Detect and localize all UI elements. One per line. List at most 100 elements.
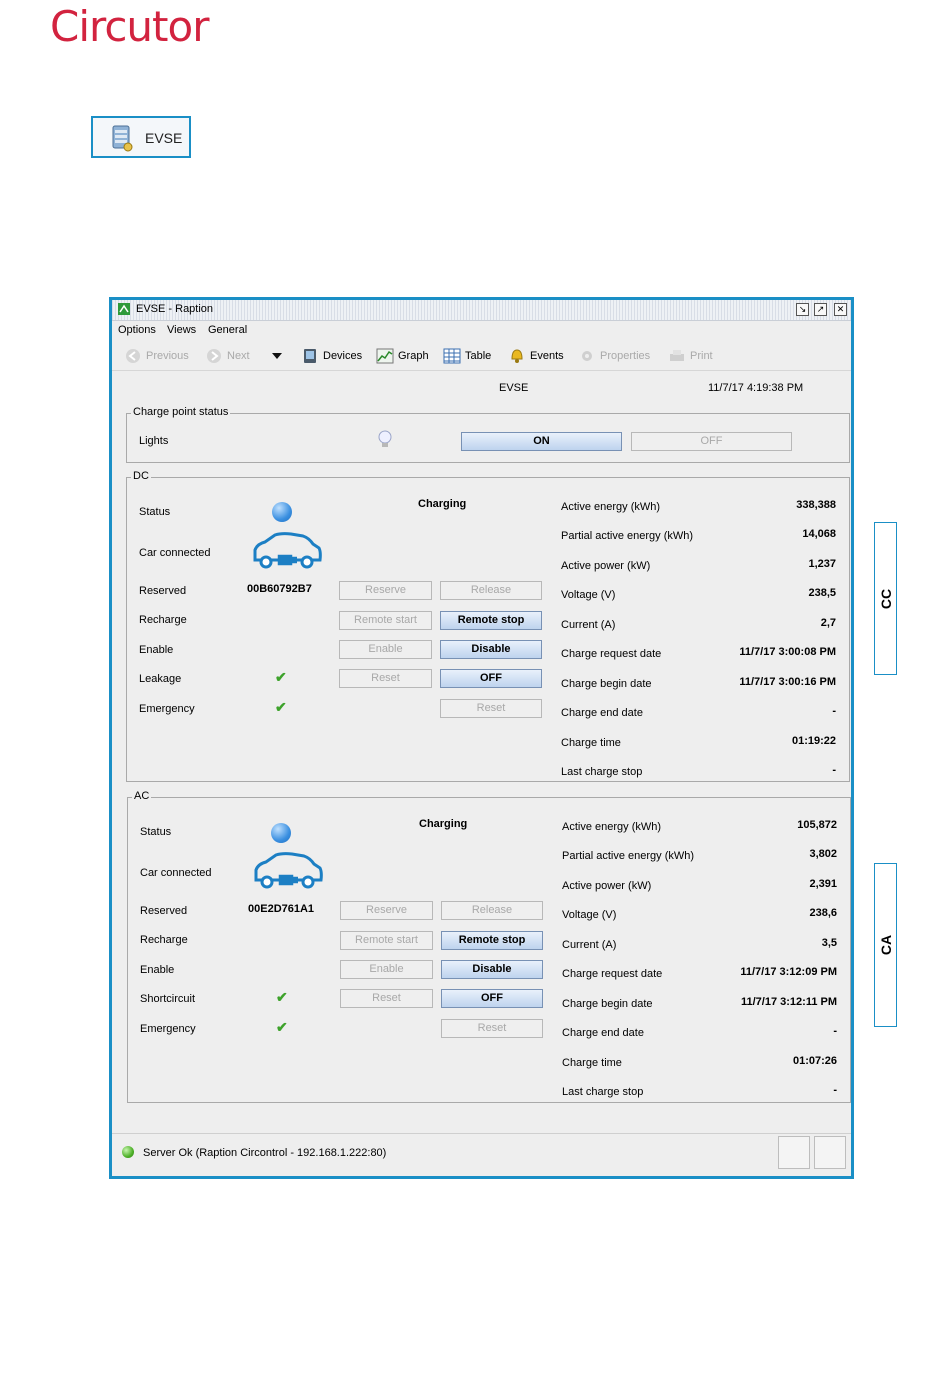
checkmark-icon: ✔	[276, 1019, 288, 1035]
metric-label: Last charge stop	[562, 1086, 644, 1098]
menu-views[interactable]: Views	[167, 324, 196, 336]
emergency-label: Emergency	[139, 703, 195, 715]
metric-label: Active energy (kWh)	[562, 821, 662, 833]
status-label: Status	[140, 826, 172, 838]
emergency-reset-button[interactable]: Reset	[441, 1019, 543, 1038]
metric-value: 3,5	[821, 937, 837, 949]
group-label: AC	[132, 790, 152, 802]
maximize-icon[interactable]: ↗	[814, 303, 827, 316]
release-button[interactable]: Release	[440, 581, 542, 600]
leakage-reset-button[interactable]: Reset	[339, 669, 432, 688]
bell-icon	[511, 349, 523, 364]
metric-label: Last charge stop	[561, 766, 643, 778]
dropdown-button[interactable]	[268, 347, 290, 365]
ca-label: CA	[877, 934, 894, 956]
recharge-label: Recharge	[139, 614, 187, 626]
current-datetime: 11/7/17 4:19:38 PM	[708, 382, 804, 394]
lights-off-button[interactable]: OFF	[631, 432, 792, 451]
metric-value: 11/7/17 3:12:11 PM	[740, 996, 837, 1008]
window-title: EVSE - Raption	[136, 303, 214, 315]
remote-start-button[interactable]: Remote start	[339, 611, 432, 630]
ca-side-tab: CA	[874, 863, 897, 1027]
metric-label: Voltage (V)	[561, 589, 616, 601]
next-button[interactable]: Next	[205, 347, 250, 365]
metric-label: Active energy (kWh)	[561, 501, 661, 513]
reserve-button[interactable]: Reserve	[339, 581, 432, 600]
arrow-right-icon	[207, 349, 221, 364]
close-icon[interactable]: ✕	[834, 303, 847, 316]
title-bar[interactable]: EVSE - Raption ↘ ↗ ✕	[112, 300, 851, 321]
table-icon	[443, 348, 461, 364]
enable-button[interactable]: Enable	[339, 640, 432, 659]
checkmark-icon: ✔	[275, 669, 287, 685]
metric-label: Charge time	[562, 1057, 622, 1069]
toolbar: Previous Next Devices Graph Table Events…	[112, 342, 851, 371]
devices-button[interactable]: Devices	[301, 347, 362, 365]
lightbulb-icon	[378, 430, 392, 447]
disable-button[interactable]: Disable	[441, 960, 543, 979]
table-label: Table	[465, 350, 492, 362]
metric-label: Charge request date	[561, 648, 662, 660]
status-panel	[778, 1136, 810, 1169]
metric-value: -	[832, 764, 836, 776]
disable-button[interactable]: Disable	[440, 640, 542, 659]
leakage-label: Leakage	[139, 673, 182, 685]
evse-app-icon[interactable]: EVSE	[91, 116, 191, 158]
remote-start-button[interactable]: Remote start	[340, 931, 433, 950]
metric-label: Charge begin date	[561, 678, 652, 690]
metric-label: Voltage (V)	[562, 909, 617, 921]
menu-bar: Options Views General	[112, 321, 851, 340]
print-label: Print	[690, 350, 713, 362]
metric-label: Partial active energy (kWh)	[561, 530, 694, 542]
leakage-off-button[interactable]: OFF	[440, 669, 542, 688]
cc-label: CC	[877, 588, 894, 609]
metric-label: Partial active energy (kWh)	[562, 850, 695, 862]
metric-value: 11/7/17 3:00:08 PM	[739, 646, 836, 658]
next-label: Next	[227, 350, 250, 362]
metric-value: 11/7/17 3:00:16 PM	[739, 676, 836, 688]
graph-button[interactable]: Graph	[376, 347, 429, 365]
group-label: Charge point status	[131, 406, 231, 418]
shortcircuit-off-button[interactable]: OFF	[441, 989, 543, 1008]
metric-value: 3,802	[809, 848, 837, 860]
metric-value: 1,237	[808, 558, 836, 570]
metric-label: Charge time	[561, 737, 621, 749]
properties-label: Properties	[600, 350, 651, 362]
metric-label: Active power (kW)	[562, 880, 652, 892]
triangle-down-icon	[272, 353, 282, 360]
checkmark-icon: ✔	[275, 699, 287, 715]
charge-point-status-group: Charge point status Lights ON OFF	[126, 406, 850, 463]
server-icon	[112, 125, 133, 152]
status-indicator-icon	[272, 502, 292, 522]
checkmark-icon: ✔	[276, 989, 288, 1005]
metric-value: 238,5	[808, 587, 836, 599]
table-button[interactable]: Table	[443, 347, 491, 365]
electric-car-icon	[254, 852, 323, 889]
enable-label: Enable	[139, 644, 174, 656]
enable-button[interactable]: Enable	[340, 960, 433, 979]
previous-button[interactable]: Previous	[124, 347, 189, 365]
metric-value: 105,872	[797, 819, 837, 831]
events-button[interactable]: Events	[508, 347, 564, 365]
status-value: Charging	[418, 498, 467, 510]
remote-stop-button[interactable]: Remote stop	[441, 931, 543, 950]
reserve-button[interactable]: Reserve	[340, 901, 433, 920]
shortcircuit-reset-button[interactable]: Reset	[340, 989, 433, 1008]
metric-value: 2,391	[809, 878, 837, 890]
menu-options[interactable]: Options	[118, 324, 156, 336]
status-panel	[814, 1136, 846, 1169]
metric-label: Charge begin date	[562, 998, 653, 1010]
properties-button[interactable]: Properties	[578, 347, 650, 365]
print-button[interactable]: Print	[668, 347, 713, 365]
lights-on-button[interactable]: ON	[461, 432, 622, 451]
release-button[interactable]: Release	[441, 901, 543, 920]
emergency-reset-button[interactable]: Reset	[440, 699, 542, 718]
remote-stop-button[interactable]: Remote stop	[440, 611, 542, 630]
graph-label: Graph	[398, 350, 429, 362]
metric-label: Charge request date	[562, 968, 663, 980]
lights-label: Lights	[139, 435, 169, 447]
shortcircuit-label: Shortcircuit	[140, 993, 196, 1005]
menu-general[interactable]: General	[208, 324, 247, 336]
minimize-icon[interactable]: ↘	[796, 303, 809, 316]
enable-label: Enable	[140, 964, 175, 976]
